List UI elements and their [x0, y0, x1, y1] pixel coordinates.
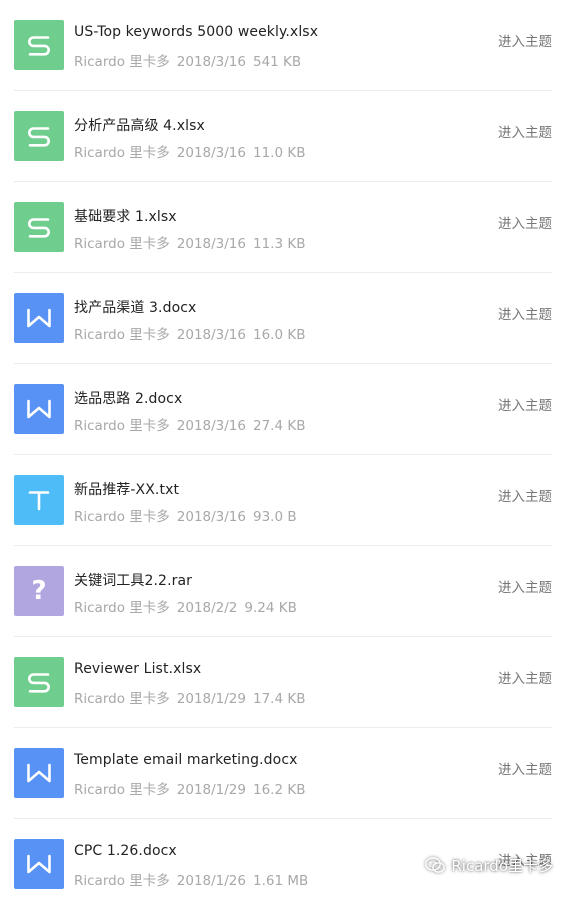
- file-row[interactable]: ? 关键词工具2.2.rar Ricardo 里卡多 2018/2/2 9.24 KB 进…: [14, 546, 552, 637]
- file-meta: Ricardo 里卡多 2018/3/16 11.3 KB: [74, 232, 312, 252]
- file-row[interactable]: 基础要求 1.xlsx Ricardo 里卡多 2018/3/16 11.3 KB 进入…: [14, 182, 552, 273]
- word-document-icon: [14, 384, 64, 434]
- spreadsheet-icon: [14, 20, 64, 70]
- enter-topic-link[interactable]: 进入主题: [498, 30, 552, 50]
- enter-topic-link[interactable]: 进入主题: [498, 212, 552, 232]
- file-author: Ricardo 里卡多: [74, 873, 170, 889]
- file-size: 9.24 KB: [244, 600, 297, 616]
- enter-topic-link[interactable]: 进入主题: [498, 667, 552, 687]
- file-meta: Ricardo 里卡多 2018/1/29 17.4 KB: [74, 687, 312, 707]
- file-meta: Ricardo 里卡多 2018/3/16 27.4 KB: [74, 414, 312, 434]
- file-row[interactable]: 分析产品高级 4.xlsx Ricardo 里卡多 2018/3/16 11.0 KB…: [14, 91, 552, 182]
- file-row[interactable]: Reviewer List.xlsx Ricardo 里卡多 2018/1/29 17…: [14, 637, 552, 728]
- file-size: 17.4 KB: [253, 691, 306, 707]
- file-meta: Ricardo 里卡多 2018/3/16 16.0 KB: [74, 323, 312, 343]
- file-size: 16.0 KB: [253, 327, 306, 343]
- file-meta: Ricardo 里卡多 2018/3/16 11.0 KB: [74, 141, 312, 161]
- file-date: 2018/3/16: [176, 236, 246, 252]
- file-row[interactable]: US-Top keywords 5000 weekly.xlsx Ricardo …: [14, 0, 552, 91]
- file-size: 93.0 B: [253, 509, 297, 525]
- file-row[interactable]: 选品思路 2.docx Ricardo 里卡多 2018/3/16 27.4 KB 进入…: [14, 364, 552, 455]
- file-date: 2018/3/16: [176, 327, 246, 343]
- file-date: 2018/3/16: [176, 145, 246, 161]
- file-meta: Ricardo 里卡多 2018/3/16 93.0 B: [74, 505, 304, 525]
- file-meta: Ricardo 里卡多 2018/1/26 1.61 MB: [74, 869, 315, 889]
- file-name[interactable]: Reviewer List.xlsx: [74, 661, 201, 677]
- text-file-icon: [14, 475, 64, 525]
- file-author: Ricardo 里卡多: [74, 236, 170, 252]
- file-size: 11.3 KB: [253, 236, 306, 252]
- file-row[interactable]: 找产品渠道 3.docx Ricardo 里卡多 2018/3/16 16.0 KB 进…: [14, 273, 552, 364]
- word-document-icon: [14, 839, 64, 889]
- file-size: 11.0 KB: [253, 145, 306, 161]
- file-size: 541 KB: [253, 54, 302, 70]
- file-row[interactable]: 新品推荐-XX.txt Ricardo 里卡多 2018/3/16 93.0 B 进入主…: [14, 455, 552, 546]
- spreadsheet-icon: [14, 657, 64, 707]
- file-date: 2018/3/16: [176, 54, 246, 70]
- file-date: 2018/3/16: [176, 418, 246, 434]
- file-date: 2018/1/26: [176, 873, 246, 889]
- file-date: 2018/1/29: [176, 691, 246, 707]
- file-name[interactable]: CPC 1.26.docx: [74, 843, 177, 859]
- file-row[interactable]: Template email marketing.docx Ricardo 里卡多…: [14, 728, 552, 819]
- enter-topic-link[interactable]: 进入主题: [498, 849, 552, 869]
- file-author: Ricardo 里卡多: [74, 600, 170, 616]
- file-author: Ricardo 里卡多: [74, 691, 170, 707]
- spreadsheet-icon: [14, 202, 64, 252]
- file-author: Ricardo 里卡多: [74, 509, 170, 525]
- unknown-file-icon: ?: [14, 566, 64, 616]
- enter-topic-link[interactable]: 进入主题: [498, 485, 552, 505]
- file-author: Ricardo 里卡多: [74, 418, 170, 434]
- file-meta: Ricardo 里卡多 2018/1/29 16.2 KB: [74, 778, 312, 798]
- file-name[interactable]: 分析产品高级 4.xlsx: [74, 115, 205, 135]
- word-document-icon: [14, 293, 64, 343]
- file-name[interactable]: Template email marketing.docx: [74, 752, 298, 768]
- enter-topic-link[interactable]: 进入主题: [498, 121, 552, 141]
- file-date: 2018/1/29: [176, 782, 246, 798]
- file-name[interactable]: 找产品渠道 3.docx: [74, 297, 196, 317]
- file-row[interactable]: CPC 1.26.docx Ricardo 里卡多 2018/1/26 1.61 MB…: [14, 819, 552, 910]
- file-name[interactable]: 基础要求 1.xlsx: [74, 206, 177, 226]
- enter-topic-link[interactable]: 进入主题: [498, 303, 552, 323]
- file-date: 2018/3/16: [176, 509, 246, 525]
- file-name[interactable]: 关键词工具2.2.rar: [74, 570, 192, 590]
- file-size: 1.61 MB: [253, 873, 309, 889]
- file-author: Ricardo 里卡多: [74, 54, 170, 70]
- file-meta: Ricardo 里卡多 2018/3/16 541 KB: [74, 50, 308, 70]
- enter-topic-link[interactable]: 进入主题: [498, 576, 552, 596]
- file-size: 27.4 KB: [253, 418, 306, 434]
- enter-topic-link[interactable]: 进入主题: [498, 758, 552, 778]
- file-name[interactable]: US-Top keywords 5000 weekly.xlsx: [74, 24, 318, 40]
- file-author: Ricardo 里卡多: [74, 327, 170, 343]
- spreadsheet-icon: [14, 111, 64, 161]
- word-document-icon: [14, 748, 64, 798]
- file-name[interactable]: 选品思路 2.docx: [74, 388, 182, 408]
- file-name[interactable]: 新品推荐-XX.txt: [74, 479, 179, 499]
- file-author: Ricardo 里卡多: [74, 782, 170, 798]
- file-date: 2018/2/2: [176, 600, 238, 616]
- file-author: Ricardo 里卡多: [74, 145, 170, 161]
- file-meta: Ricardo 里卡多 2018/2/2 9.24 KB: [74, 596, 304, 616]
- enter-topic-link[interactable]: 进入主题: [498, 394, 552, 414]
- file-size: 16.2 KB: [253, 782, 306, 798]
